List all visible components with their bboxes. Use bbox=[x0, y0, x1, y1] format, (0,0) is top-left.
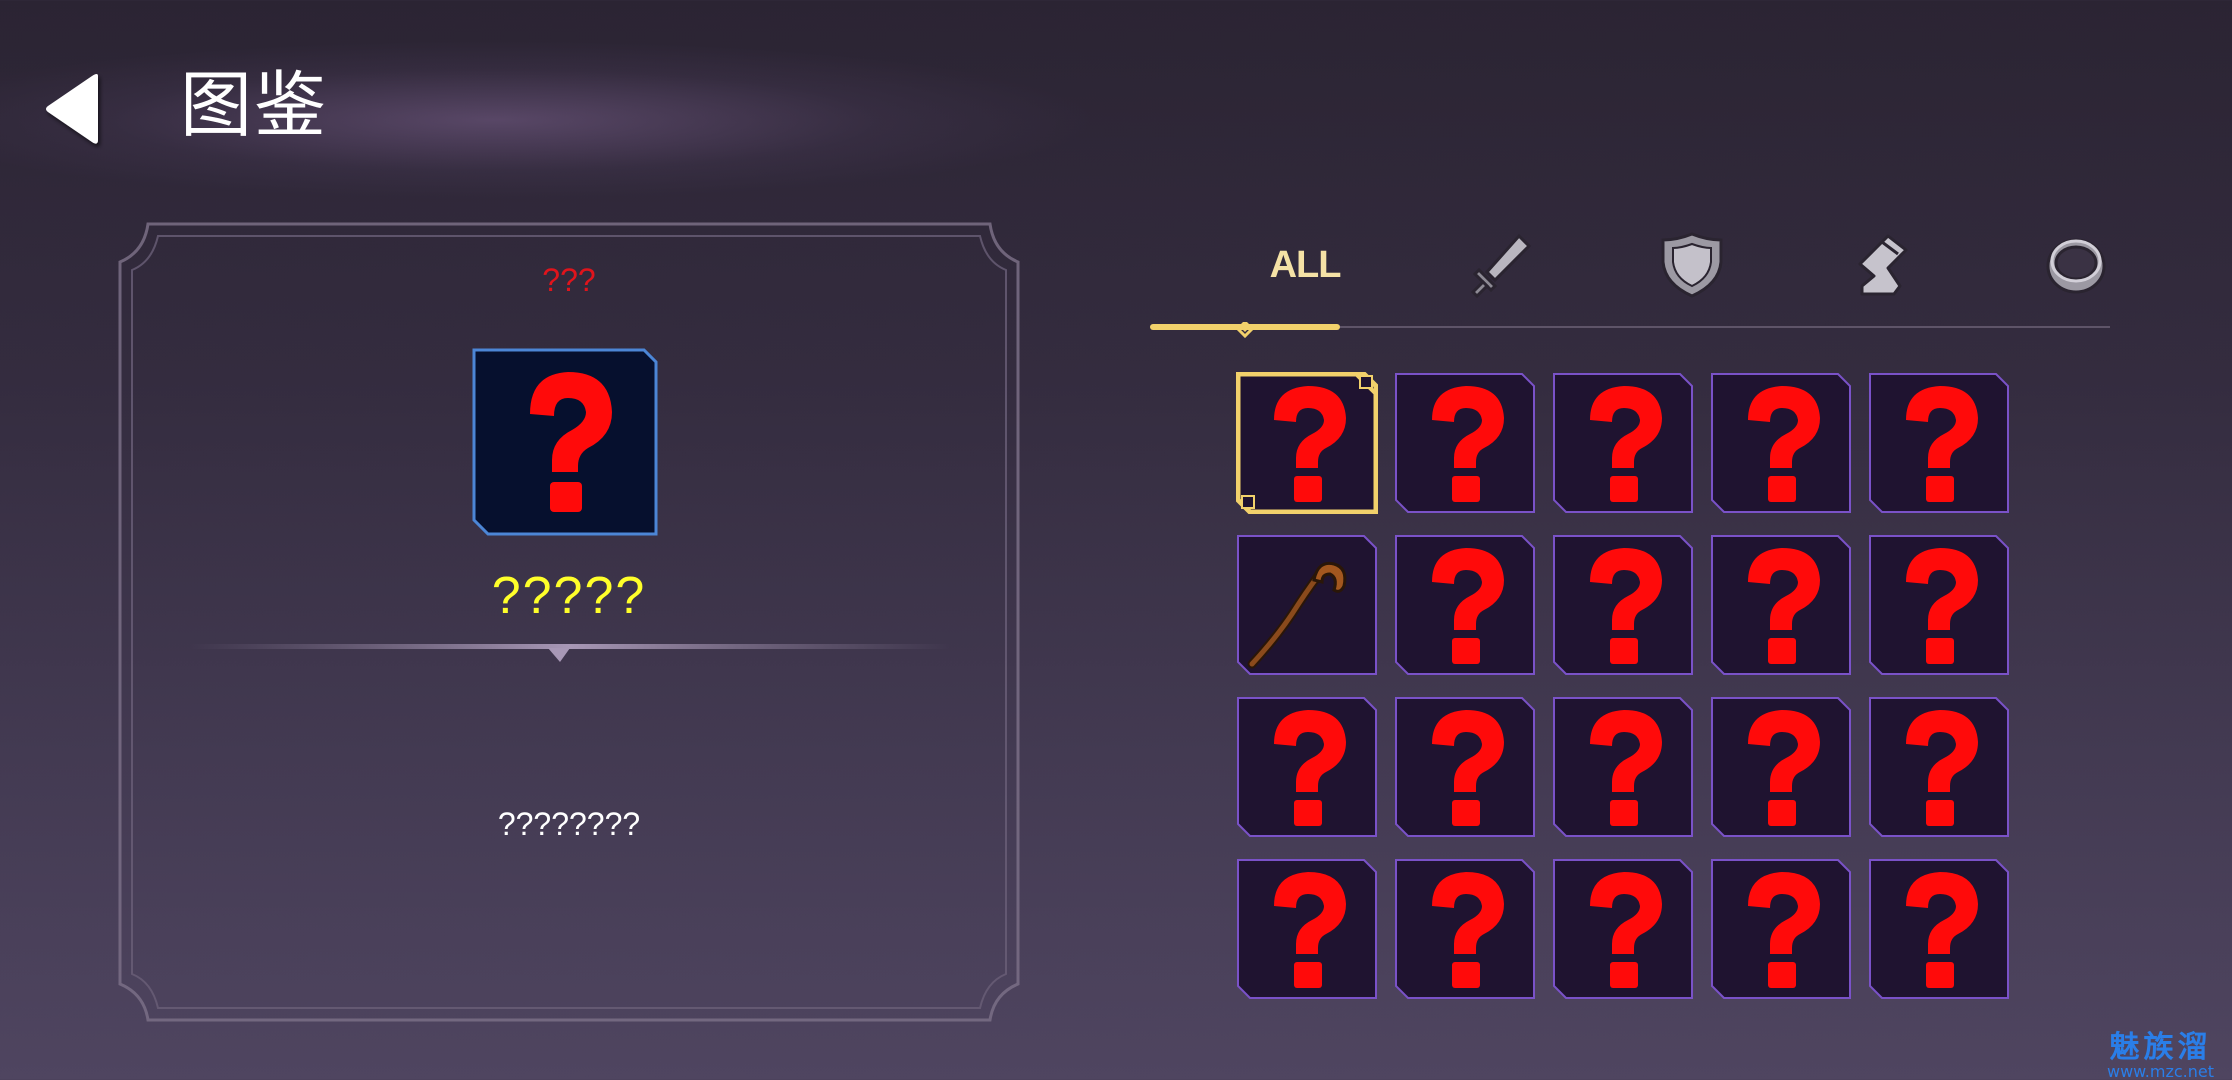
tab-ring[interactable] bbox=[2016, 222, 2136, 308]
item-slot-unknown[interactable] bbox=[1868, 372, 2010, 514]
sword-icon bbox=[1470, 233, 1532, 299]
item-slot-unknown[interactable] bbox=[1552, 534, 1694, 676]
item-slot-unknown[interactable] bbox=[1552, 858, 1694, 1000]
tab-underline bbox=[1150, 322, 2110, 339]
detail-divider bbox=[190, 644, 950, 662]
shield-icon bbox=[1661, 232, 1723, 298]
item-rarity: ??? bbox=[542, 262, 596, 298]
item-slot-unknown[interactable] bbox=[1236, 858, 1378, 1000]
item-slot-unknown[interactable] bbox=[1710, 696, 1852, 838]
item-slot-unknown[interactable] bbox=[1236, 696, 1378, 838]
item-slot-unknown[interactable] bbox=[1868, 534, 2010, 676]
watermark-url: www.mzc.net bbox=[2107, 1062, 2214, 1080]
watermark: 魅族溜 www.mzc.net bbox=[2107, 1032, 2214, 1080]
item-slot-wooden-staff[interactable] bbox=[1236, 534, 1378, 676]
watermark-text: 魅族溜 bbox=[2109, 1030, 2212, 1065]
item-slot-unknown[interactable] bbox=[1710, 858, 1852, 1000]
item-slot-unknown[interactable] bbox=[1868, 858, 2010, 1000]
category-tabs: ALL bbox=[1150, 222, 2110, 342]
ring-icon bbox=[2046, 238, 2106, 294]
boot-icon bbox=[1858, 234, 1908, 296]
item-slot-unknown[interactable] bbox=[1710, 372, 1852, 514]
item-slot-unknown[interactable] bbox=[1394, 696, 1536, 838]
item-slot-unknown[interactable] bbox=[1394, 858, 1536, 1000]
tab-boots[interactable] bbox=[1823, 222, 1943, 308]
item-detail-icon bbox=[472, 348, 658, 536]
back-button[interactable] bbox=[40, 70, 110, 150]
tab-all-label: ALL bbox=[1269, 243, 1342, 286]
tab-weapon[interactable] bbox=[1440, 222, 1560, 308]
item-name: ????? bbox=[491, 567, 647, 625]
item-slot-unknown[interactable] bbox=[1236, 372, 1378, 514]
item-slot-unknown[interactable] bbox=[1394, 534, 1536, 676]
item-slot-unknown[interactable] bbox=[1552, 372, 1694, 514]
tab-all[interactable]: ALL bbox=[1245, 222, 1365, 308]
back-arrow-icon bbox=[46, 74, 98, 144]
item-slot-unknown[interactable] bbox=[1394, 372, 1536, 514]
item-slot-unknown[interactable] bbox=[1552, 696, 1694, 838]
page-title: 图鉴 bbox=[180, 63, 329, 147]
item-slot-unknown[interactable] bbox=[1710, 534, 1852, 676]
header-glow bbox=[0, 40, 1100, 200]
tab-armor[interactable] bbox=[1632, 222, 1752, 308]
item-slot-unknown[interactable] bbox=[1868, 696, 2010, 838]
item-description: ???????? bbox=[497, 806, 641, 842]
